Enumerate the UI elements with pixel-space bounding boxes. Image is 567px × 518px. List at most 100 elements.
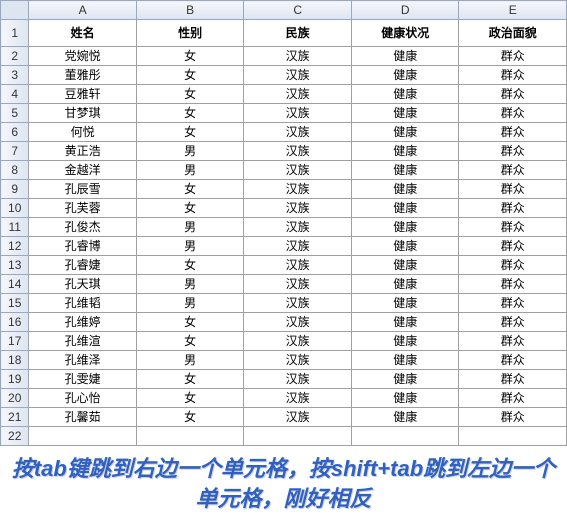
data-cell[interactable]: 孔馨茹	[29, 408, 137, 427]
data-cell[interactable]: 孔芙蓉	[29, 199, 137, 218]
data-cell[interactable]: 汉族	[244, 389, 352, 408]
data-cell[interactable]: 女	[136, 47, 244, 66]
data-cell[interactable]: 健康	[351, 256, 459, 275]
row-header-11[interactable]: 11	[1, 218, 29, 237]
row-header-14[interactable]: 14	[1, 275, 29, 294]
row-header-5[interactable]: 5	[1, 104, 29, 123]
data-cell[interactable]: 群众	[459, 123, 567, 142]
row-header-10[interactable]: 10	[1, 199, 29, 218]
data-cell[interactable]: 汉族	[244, 66, 352, 85]
row-header-21[interactable]: 21	[1, 408, 29, 427]
empty-cell[interactable]	[459, 427, 567, 446]
data-cell[interactable]: 群众	[459, 408, 567, 427]
data-cell[interactable]: 汉族	[244, 275, 352, 294]
data-cell[interactable]: 女	[136, 332, 244, 351]
data-cell[interactable]: 男	[136, 237, 244, 256]
data-cell[interactable]: 汉族	[244, 408, 352, 427]
data-cell[interactable]: 健康	[351, 275, 459, 294]
data-cell[interactable]: 群众	[459, 66, 567, 85]
column-header-B[interactable]: B	[136, 1, 244, 20]
row-header-9[interactable]: 9	[1, 180, 29, 199]
header-cell[interactable]: 健康状况	[351, 20, 459, 47]
header-cell[interactable]: 民族	[244, 20, 352, 47]
data-cell[interactable]: 董雅彤	[29, 66, 137, 85]
data-cell[interactable]: 孔睿婕	[29, 256, 137, 275]
data-cell[interactable]: 孔维韬	[29, 294, 137, 313]
data-cell[interactable]: 汉族	[244, 256, 352, 275]
data-cell[interactable]: 孔天琪	[29, 275, 137, 294]
data-cell[interactable]: 汉族	[244, 85, 352, 104]
data-cell[interactable]: 女	[136, 85, 244, 104]
row-header-16[interactable]: 16	[1, 313, 29, 332]
data-cell[interactable]: 女	[136, 104, 244, 123]
data-cell[interactable]: 孔雯婕	[29, 370, 137, 389]
data-cell[interactable]: 汉族	[244, 218, 352, 237]
header-cell[interactable]: 性别	[136, 20, 244, 47]
data-cell[interactable]: 健康	[351, 47, 459, 66]
row-header-8[interactable]: 8	[1, 161, 29, 180]
data-cell[interactable]: 健康	[351, 66, 459, 85]
data-cell[interactable]: 女	[136, 66, 244, 85]
data-cell[interactable]: 孔睿博	[29, 237, 137, 256]
data-cell[interactable]: 群众	[459, 180, 567, 199]
data-cell[interactable]: 健康	[351, 199, 459, 218]
row-header-15[interactable]: 15	[1, 294, 29, 313]
data-cell[interactable]: 甘梦琪	[29, 104, 137, 123]
row-header-4[interactable]: 4	[1, 85, 29, 104]
data-cell[interactable]: 汉族	[244, 294, 352, 313]
data-cell[interactable]: 男	[136, 218, 244, 237]
row-header-19[interactable]: 19	[1, 370, 29, 389]
data-cell[interactable]: 健康	[351, 370, 459, 389]
row-header-6[interactable]: 6	[1, 123, 29, 142]
header-cell[interactable]: 姓名	[29, 20, 137, 47]
row-header-17[interactable]: 17	[1, 332, 29, 351]
row-header-13[interactable]: 13	[1, 256, 29, 275]
column-header-D[interactable]: D	[351, 1, 459, 20]
data-cell[interactable]: 汉族	[244, 237, 352, 256]
data-cell[interactable]: 女	[136, 389, 244, 408]
data-cell[interactable]: 健康	[351, 104, 459, 123]
header-cell[interactable]: 政治面貌	[459, 20, 567, 47]
data-cell[interactable]: 汉族	[244, 370, 352, 389]
column-header-A[interactable]: A	[29, 1, 137, 20]
data-cell[interactable]: 群众	[459, 199, 567, 218]
column-header-E[interactable]: E	[459, 1, 567, 20]
data-cell[interactable]: 汉族	[244, 142, 352, 161]
data-cell[interactable]: 群众	[459, 142, 567, 161]
empty-cell[interactable]	[29, 427, 137, 446]
data-cell[interactable]: 群众	[459, 218, 567, 237]
data-cell[interactable]: 健康	[351, 161, 459, 180]
data-cell[interactable]: 孔辰雪	[29, 180, 137, 199]
column-header-C[interactable]: C	[244, 1, 352, 20]
data-cell[interactable]: 健康	[351, 123, 459, 142]
data-cell[interactable]: 群众	[459, 47, 567, 66]
select-all-corner[interactable]	[1, 1, 29, 20]
empty-cell[interactable]	[244, 427, 352, 446]
spreadsheet-grid[interactable]: ABCDE1姓名性别民族健康状况政治面貌2党婉悦女汉族健康群众3董雅彤女汉族健康…	[0, 0, 567, 446]
data-cell[interactable]: 健康	[351, 313, 459, 332]
data-cell[interactable]: 豆雅轩	[29, 85, 137, 104]
data-cell[interactable]: 女	[136, 199, 244, 218]
data-cell[interactable]: 党婉悦	[29, 47, 137, 66]
data-cell[interactable]: 群众	[459, 104, 567, 123]
data-cell[interactable]: 健康	[351, 237, 459, 256]
row-header-20[interactable]: 20	[1, 389, 29, 408]
data-cell[interactable]: 男	[136, 294, 244, 313]
data-cell[interactable]: 群众	[459, 351, 567, 370]
data-cell[interactable]: 孔心怡	[29, 389, 137, 408]
data-cell[interactable]: 男	[136, 161, 244, 180]
data-cell[interactable]: 健康	[351, 389, 459, 408]
data-cell[interactable]: 汉族	[244, 104, 352, 123]
data-cell[interactable]: 群众	[459, 237, 567, 256]
data-cell[interactable]: 健康	[351, 85, 459, 104]
row-header-7[interactable]: 7	[1, 142, 29, 161]
data-cell[interactable]: 男	[136, 351, 244, 370]
data-cell[interactable]: 健康	[351, 332, 459, 351]
empty-cell[interactable]	[351, 427, 459, 446]
row-header-3[interactable]: 3	[1, 66, 29, 85]
data-cell[interactable]: 孔俊杰	[29, 218, 137, 237]
row-header-1[interactable]: 1	[1, 20, 29, 47]
row-header-12[interactable]: 12	[1, 237, 29, 256]
data-cell[interactable]: 女	[136, 408, 244, 427]
data-cell[interactable]: 女	[136, 123, 244, 142]
